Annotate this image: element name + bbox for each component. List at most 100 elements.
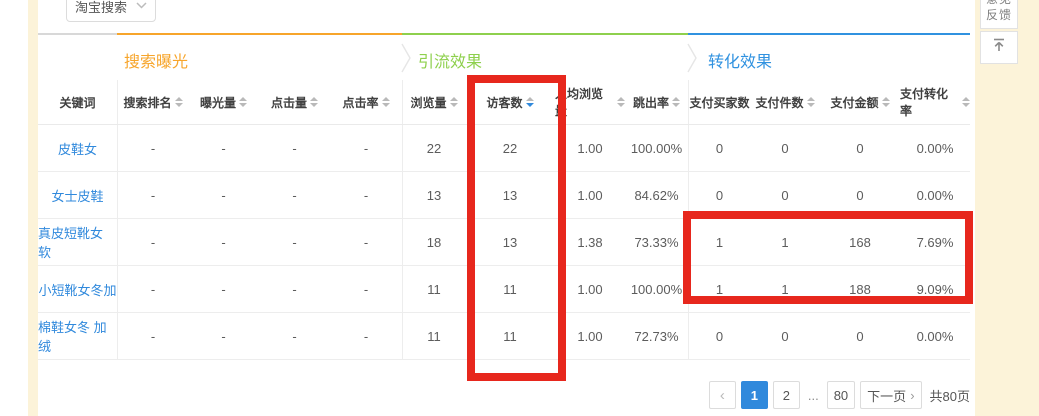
sort-icon[interactable] xyxy=(239,97,247,107)
cell-浏览量: 22 xyxy=(402,125,465,171)
column-header-11[interactable]: 支付金额 xyxy=(820,80,900,124)
cell-点击量: - xyxy=(259,219,330,265)
cell-曝光量: - xyxy=(188,266,259,312)
cell-支付买家数: 1 xyxy=(688,219,750,265)
cell-支付件数: 0 xyxy=(750,172,820,218)
analytics-table-panel: 搜索曝光 引流效果 转化效果 关键词搜索排名曝光量点击量 点击率 浏览量 访客数 人均浏… xyxy=(38,33,970,360)
sort-icon[interactable] xyxy=(450,97,458,107)
cell-点击量: - xyxy=(259,313,330,359)
column-header-3[interactable]: 点击量 xyxy=(259,80,330,124)
column-header-label: 人均浏览量 xyxy=(555,85,614,119)
cell-跳出率: 73.33% xyxy=(625,219,688,265)
cell-支付件数: 0 xyxy=(750,125,820,171)
column-header-1[interactable]: 搜索排名 xyxy=(117,80,188,124)
cell-支付买家数: 0 xyxy=(688,313,750,359)
cell-支付件数: 1 xyxy=(750,219,820,265)
sort-icon[interactable] xyxy=(310,97,318,107)
table-row: 小短靴女冬加----11111.00100.00%111889.09% xyxy=(38,266,970,313)
cell-支付金额: 0 xyxy=(820,313,900,359)
column-header-label: 浏览量 xyxy=(410,94,446,111)
cell-浏览量: 11 xyxy=(402,266,465,312)
column-header-5[interactable]: 浏览量 xyxy=(402,80,465,124)
column-group-row: 搜索曝光 引流效果 转化效果 xyxy=(38,35,970,80)
cell-点击率: - xyxy=(330,172,402,218)
column-header-2[interactable]: 曝光量 xyxy=(188,80,259,124)
table-row: 棉鞋女冬 加绒----11111.0072.73%0000.00% xyxy=(38,313,970,360)
sort-icon[interactable] xyxy=(526,97,534,107)
back-to-top-button[interactable] xyxy=(980,31,1018,64)
cell-支付金额: 0 xyxy=(820,125,900,171)
cell-点击率: - xyxy=(330,313,402,359)
cell-搜索排名: - xyxy=(117,125,188,171)
keyword-link[interactable]: 真皮短靴女 软 xyxy=(38,219,117,265)
column-header-label: 支付转化率 xyxy=(900,85,959,119)
next-page-label: 下一页 xyxy=(867,386,906,405)
cell-支付转化率: 0.00% xyxy=(900,313,970,359)
sort-icon[interactable] xyxy=(962,97,970,107)
sort-icon[interactable] xyxy=(807,97,815,107)
column-header-label: 点击量 xyxy=(271,94,307,111)
next-page-button[interactable]: 下一页› xyxy=(860,381,921,409)
column-header-10[interactable]: 支付件数 xyxy=(750,80,820,124)
sort-icon[interactable] xyxy=(382,97,390,107)
page-button-1[interactable]: 1 xyxy=(741,381,768,409)
column-header-label: 跳出率 xyxy=(633,94,669,111)
sort-icon[interactable] xyxy=(882,97,890,107)
column-header-7[interactable]: 人均浏览量 xyxy=(555,80,625,124)
pagination: ‹12...80下一页›共80页 xyxy=(709,381,970,409)
arrow-up-to-top-icon xyxy=(990,36,1008,59)
cell-曝光量: - xyxy=(188,313,259,359)
chevron-down-icon xyxy=(136,1,147,16)
sort-icon[interactable] xyxy=(175,97,183,107)
group-label-traffic-effect: 引流效果 xyxy=(418,48,482,72)
column-header-label: 支付件数 xyxy=(755,94,803,111)
cell-支付转化率: 7.69% xyxy=(900,219,970,265)
column-header-label: 访客数 xyxy=(486,94,522,111)
right-sidebar: 意见反馈 xyxy=(975,0,1039,416)
table-row: 皮鞋女----22221.00100.00%0000.00% xyxy=(38,125,970,172)
sort-icon[interactable] xyxy=(617,97,625,107)
cell-访客数: 22 xyxy=(465,125,555,171)
feedback-button[interactable]: 意见反馈 xyxy=(980,0,1018,29)
column-header-6[interactable]: 访客数 xyxy=(465,80,555,124)
cell-支付转化率: 0.00% xyxy=(900,172,970,218)
column-header-label: 点击率 xyxy=(342,94,378,111)
column-header-4[interactable]: 点击率 xyxy=(330,80,402,124)
column-header-label: 搜索排名 xyxy=(123,94,171,111)
cell-浏览量: 18 xyxy=(402,219,465,265)
pagination-ellipsis: ... xyxy=(805,388,822,403)
keyword-link[interactable]: 皮鞋女 xyxy=(38,125,117,171)
cell-支付买家数: 0 xyxy=(688,172,750,218)
cell-支付转化率: 9.09% xyxy=(900,266,970,312)
cell-浏览量: 13 xyxy=(402,172,465,218)
search-type-value: 淘宝搜索 xyxy=(75,0,127,16)
cell-搜索排名: - xyxy=(117,172,188,218)
sort-icon[interactable] xyxy=(672,97,680,107)
prev-page-button[interactable]: ‹ xyxy=(709,381,736,409)
page-button-2[interactable]: 2 xyxy=(773,381,800,409)
cell-曝光量: - xyxy=(188,219,259,265)
column-header-0: 关键词 xyxy=(38,80,117,124)
search-type-dropdown[interactable]: 淘宝搜索 xyxy=(66,0,156,22)
page-gutter-strip xyxy=(28,0,38,416)
table-row: 真皮短靴女 软----18131.3873.33%111687.69% xyxy=(38,219,970,266)
group-label-search-exposure: 搜索曝光 xyxy=(124,48,188,72)
column-header-8[interactable]: 跳出率 xyxy=(625,80,688,124)
cell-人均浏览量: 1.00 xyxy=(555,266,625,312)
cell-浏览量: 11 xyxy=(402,313,465,359)
keyword-link[interactable]: 小短靴女冬加 xyxy=(38,266,117,312)
cell-支付金额: 168 xyxy=(820,219,900,265)
keyword-link[interactable]: 棉鞋女冬 加绒 xyxy=(38,313,117,359)
cell-点击量: - xyxy=(259,172,330,218)
page-button-80[interactable]: 80 xyxy=(827,381,855,409)
keyword-link[interactable]: 女士皮鞋 xyxy=(38,172,117,218)
column-header-12[interactable]: 支付转化率 xyxy=(900,80,970,124)
table-row: 女士皮鞋----13131.0084.62%0000.00% xyxy=(38,172,970,219)
cell-曝光量: - xyxy=(188,125,259,171)
table-body: 皮鞋女----22221.00100.00%0000.00%女士皮鞋----13… xyxy=(38,125,970,360)
cell-搜索排名: - xyxy=(117,219,188,265)
cell-跳出率: 100.00% xyxy=(625,125,688,171)
cell-访客数: 11 xyxy=(465,313,555,359)
cell-点击率: - xyxy=(330,125,402,171)
column-header-9: 支付买家数 xyxy=(688,80,750,124)
